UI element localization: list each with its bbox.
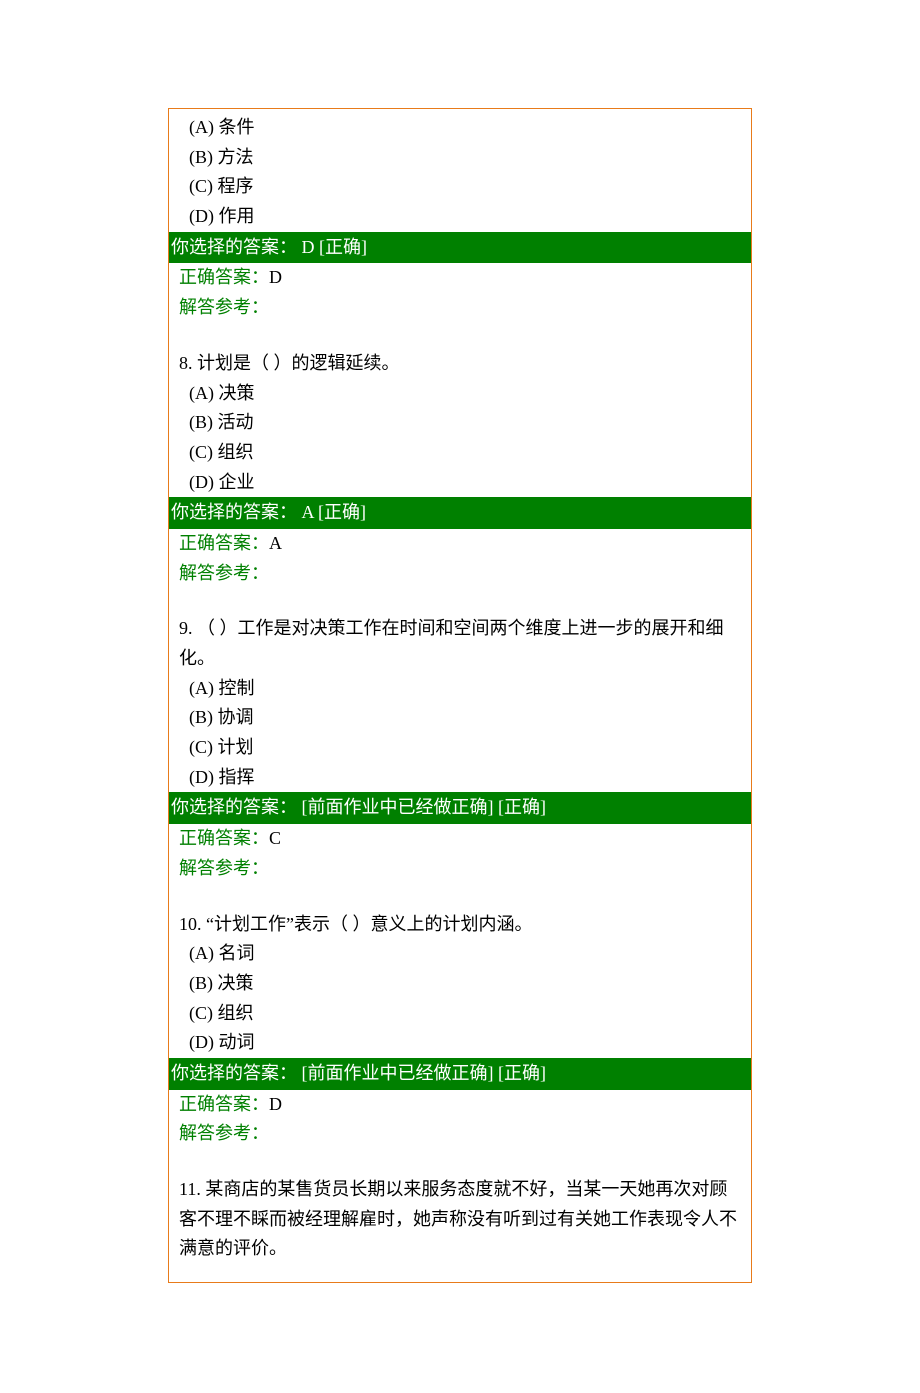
question-stem: 11. 某商店的某售货员长期以来服务态度就不好，当某一天她再次对顾客不理不睬而被… [169,1175,751,1264]
option: (B) 决策 [169,969,751,999]
explain: 解答参考： [169,854,751,884]
question-stem: 8. 计划是（ ）的逻辑延续。 [169,349,751,379]
chosen-answer-bar: 你选择的答案： D [正确] [169,232,751,264]
option: (D) 企业 [169,468,751,498]
option: (C) 计划 [169,733,751,763]
correct-value: D [269,267,282,287]
correct-value: A [269,533,282,553]
option: (A) 条件 [169,113,751,143]
spacer [169,1149,751,1175]
explain-label: 解答参考： [179,858,269,878]
chosen-answer-bar: 你选择的答案： A [正确] [169,497,751,529]
spacer [169,884,751,910]
correct-value: D [269,1094,282,1114]
correct-value: C [269,828,281,848]
explain-label: 解答参考： [179,563,269,583]
option: (D) 作用 [169,202,751,232]
option: (D) 指挥 [169,763,751,793]
correct-label: 正确答案： [179,267,269,287]
chosen-answer-bar: 你选择的答案： [前面作业中已经做正确] [正确] [169,792,751,824]
option: (B) 协调 [169,703,751,733]
explain: 解答参考： [169,559,751,589]
option: (C) 组织 [169,438,751,468]
page: (A) 条件(B) 方法(C) 程序(D) 作用你选择的答案： D [正确]正确… [0,0,920,1393]
chosen-answer-bar: 你选择的答案： [前面作业中已经做正确] [正确] [169,1058,751,1090]
option: (B) 活动 [169,408,751,438]
correct-label: 正确答案： [179,828,269,848]
correct-label: 正确答案： [179,533,269,553]
option: (D) 动词 [169,1028,751,1058]
explain-label: 解答参考： [179,1123,269,1143]
correct-answer: 正确答案：A [169,529,751,559]
option: (A) 控制 [169,674,751,704]
option: (C) 组织 [169,999,751,1029]
question-stem: 10. “计划工作”表示（ ）意义上的计划内涵。 [169,910,751,940]
spacer [169,588,751,614]
option: (A) 决策 [169,379,751,409]
explain-label: 解答参考： [179,297,269,317]
correct-label: 正确答案： [179,1094,269,1114]
explain: 解答参考： [169,1119,751,1149]
correct-answer: 正确答案：C [169,824,751,854]
option: (B) 方法 [169,143,751,173]
explain: 解答参考： [169,293,751,323]
spacer [169,323,751,349]
correct-answer: 正确答案：D [169,263,751,293]
correct-answer: 正确答案：D [169,1090,751,1120]
question-stem: 9. （ ）工作是对决策工作在时间和空间两个维度上进一步的展开和细化。 [169,614,751,673]
content-box: (A) 条件(B) 方法(C) 程序(D) 作用你选择的答案： D [正确]正确… [168,108,752,1283]
option: (C) 程序 [169,172,751,202]
option: (A) 名词 [169,939,751,969]
